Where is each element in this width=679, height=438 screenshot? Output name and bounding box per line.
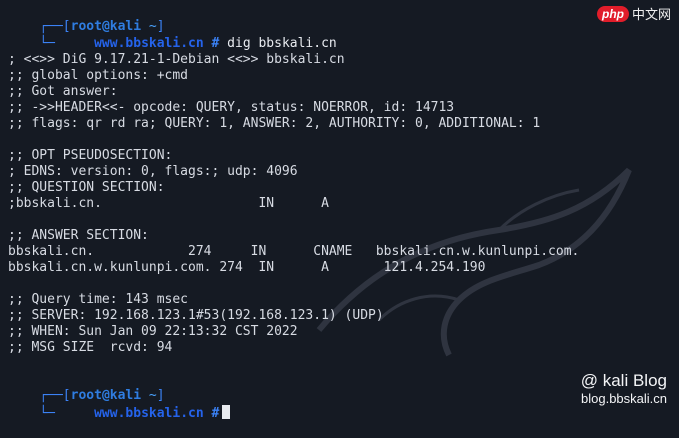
output-line: ;; SERVER: 192.168.123.1#53(192.168.123.…: [8, 308, 384, 323]
php-logo-badge: php: [596, 5, 629, 22]
command-text: dig bbskali.cn: [219, 36, 337, 51]
prompt-corner: └─: [39, 36, 55, 51]
watermark-title: @ kali Blog: [580, 371, 667, 390]
output-line: ;bbskali.cn. IN A: [8, 196, 329, 211]
output-line: bbskali.cn.w.kunlunpi.com. 274 IN A 121.…: [8, 260, 486, 275]
prompt-line-1: ┌──[root@kali ~]: [8, 3, 164, 34]
terminal-window[interactable]: php 中文网 ┌──[root@kali ~] └─ www.bbskali.…: [0, 0, 679, 421]
output-line: ; EDNS: version: 0, flags:; udp: 4096: [8, 164, 298, 179]
prompt-url: www.bbskali.cn: [94, 36, 204, 51]
prompt-corner: └─: [39, 406, 55, 421]
output-line: ;; global options: +cmd: [8, 68, 189, 83]
output-line: ; <<>> DiG 9.17.21-1-Debian <<>> bbskali…: [8, 52, 345, 67]
php-logo-text: 中文网: [631, 8, 671, 23]
output-line: ;; flags: qr rd ra; QUERY: 1, ANSWER: 2,…: [8, 116, 541, 131]
output-line: ;; Query time: 143 msec: [8, 292, 189, 307]
output-line: ;; MSG SIZE rcvd: 94: [8, 340, 173, 355]
output-line: ;; Got answer:: [8, 84, 118, 99]
output-line: ;; ->>HEADER<<- opcode: QUERY, status: N…: [8, 100, 455, 115]
prompt-line-2[interactable]: └─ www.bbskali.cn #: [8, 389, 231, 421]
output-line: ;; OPT PSEUDOSECTION:: [8, 148, 173, 163]
output-line: ;; ANSWER SECTION:: [8, 228, 149, 243]
php-cn-logo: php 中文网: [596, 4, 671, 23]
output-line: ;; QUESTION SECTION:: [8, 180, 165, 195]
blog-watermark: @ kali Blog blog.bbskali.cn: [581, 371, 667, 407]
prompt-line-1: ┌──[root@kali ~]: [8, 372, 164, 403]
prompt-hash: #: [203, 36, 220, 51]
prompt-hash: #: [203, 406, 220, 421]
output-line: ;; WHEN: Sun Jan 09 22:13:32 CST 2022: [8, 324, 298, 339]
watermark-url: blog.bbskali.cn: [581, 391, 667, 406]
prompt-url: www.bbskali.cn: [94, 406, 204, 421]
prompt-line-2: └─ www.bbskali.cn # dig bbskali.cn: [8, 20, 336, 51]
output-line: bbskali.cn. 274 IN CNAME bbskali.cn.w.ku…: [8, 244, 580, 259]
